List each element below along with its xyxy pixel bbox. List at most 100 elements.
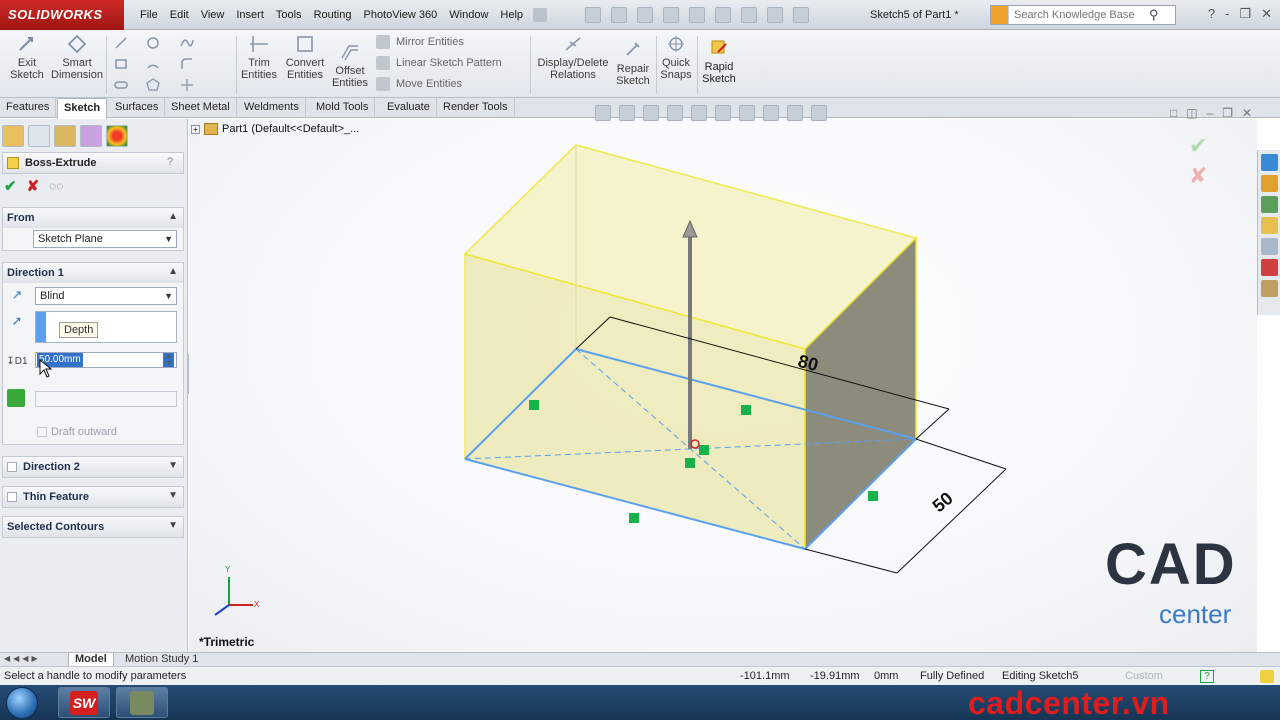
menu-help[interactable]: Help — [494, 0, 529, 30]
from-group-header[interactable]: From ▲ — [3, 208, 183, 228]
spline-tool-icon[interactable] — [180, 36, 194, 50]
property-manager-tab-icon[interactable] — [28, 125, 50, 147]
rapid-sketch-button[interactable]: Rapid Sketch — [700, 38, 738, 85]
forum-icon[interactable] — [1260, 280, 1278, 297]
end-condition-select[interactable]: Blind ▼ — [35, 287, 177, 305]
unit-system[interactable]: Custom — [1125, 670, 1163, 682]
open-document-icon[interactable] — [611, 7, 627, 23]
view-settings-icon[interactable] — [811, 105, 827, 121]
direction2-checkbox[interactable] — [7, 462, 17, 472]
tab-render-tools[interactable]: Render Tools — [437, 98, 515, 118]
thin-feature-group-header[interactable]: Thin Feature ▼ — [3, 487, 183, 507]
help-icon[interactable]: ? — [1208, 6, 1215, 22]
dimxpert-manager-tab-icon[interactable] — [80, 125, 102, 147]
collapse-icon[interactable]: ▲ — [168, 211, 178, 222]
menu-edit[interactable]: Edit — [164, 0, 195, 30]
confirm-ok-icon[interactable]: ✔ — [1189, 133, 1219, 159]
tab-model[interactable]: Model — [68, 653, 114, 667]
undo-icon[interactable] — [689, 7, 705, 23]
tab-features[interactable]: Features — [0, 98, 57, 118]
solidworks-logo[interactable]: SOLIDWORKS — [0, 0, 124, 30]
tab-mold-tools[interactable]: Mold Tools — [310, 98, 376, 118]
file-properties-icon[interactable] — [767, 7, 783, 23]
rectangle-tool-icon[interactable] — [114, 57, 128, 71]
apply-scene-icon[interactable] — [787, 105, 803, 121]
quick-snaps-button[interactable]: Quick Snaps — [658, 34, 694, 81]
minimize-button[interactable]: - — [1225, 6, 1229, 22]
edit-appearance-icon[interactable] — [763, 105, 779, 121]
solidworks-resources-icon[interactable] — [1260, 154, 1278, 171]
viewport-minimize-icon[interactable]: – — [1207, 106, 1214, 120]
display-style-icon[interactable] — [715, 105, 731, 121]
restore-button[interactable]: ❐ — [1239, 6, 1251, 22]
slot-tool-icon[interactable] — [114, 78, 128, 92]
linear-sketch-pattern-button[interactable]: Linear Sketch Pattern — [376, 56, 502, 70]
display-delete-relations-button[interactable]: Display/Delete Relations — [536, 34, 610, 81]
status-help-icon[interactable]: ? — [1200, 670, 1214, 683]
offset-entities-button[interactable]: Offset Entities — [330, 42, 370, 89]
confirm-cancel-icon[interactable]: ✘ — [1189, 163, 1219, 189]
detailed-preview-icon[interactable]: ◌◌ — [49, 179, 63, 193]
view-palette-icon[interactable] — [1260, 217, 1278, 234]
direction1-group-header[interactable]: Direction 1 ▲ — [3, 263, 183, 283]
move-entities-button[interactable]: Move Entities — [376, 77, 462, 91]
convert-entities-button[interactable]: Convert Entities — [284, 34, 326, 81]
new-document-icon[interactable] — [585, 7, 601, 23]
configuration-manager-tab-icon[interactable] — [54, 125, 76, 147]
cancel-button[interactable]: ✘ — [27, 177, 40, 195]
menu-routing[interactable]: Routing — [308, 0, 358, 30]
expand-icon[interactable]: ▼ — [168, 460, 178, 471]
collapse-icon[interactable]: ▲ — [168, 266, 178, 277]
viewport-split-icon[interactable]: □ — [1170, 106, 1177, 120]
viewport-restore-icon[interactable]: ❐ — [1222, 106, 1233, 120]
tab-sheet-metal[interactable]: Sheet Metal — [165, 98, 237, 118]
hide-show-items-icon[interactable] — [739, 105, 755, 121]
direction-selection-box[interactable]: Depth — [35, 311, 177, 343]
custom-properties-icon[interactable] — [1260, 259, 1278, 276]
depth-input[interactable]: 50.00mm ▲ ▼ — [35, 352, 177, 368]
depth-spinner[interactable]: ▲ ▼ — [163, 353, 174, 367]
menu-view[interactable]: View — [195, 0, 231, 30]
feature-manager-tab-icon[interactable] — [2, 125, 24, 147]
viewport-close-icon[interactable]: ✕ — [1242, 106, 1252, 120]
pin-menu-icon[interactable] — [533, 8, 548, 22]
tab-scroll-arrows[interactable]: ◀◀◀▶ — [4, 654, 41, 663]
save-icon[interactable] — [637, 7, 653, 23]
line-tool-icon[interactable] — [114, 36, 128, 50]
previous-view-icon[interactable] — [643, 105, 659, 121]
direction2-group-header[interactable]: Direction 2 ▼ — [3, 457, 183, 477]
search-input[interactable] — [1009, 9, 1149, 21]
section-view-icon[interactable] — [667, 105, 683, 121]
menu-file[interactable]: File — [134, 0, 164, 30]
options-icon[interactable] — [793, 7, 809, 23]
start-button[interactable] — [6, 687, 38, 719]
display-manager-tab-icon[interactable] — [106, 125, 128, 147]
start-condition-select[interactable]: Sketch Plane ▼ — [33, 230, 177, 248]
selected-contours-group-header[interactable]: Selected Contours ▼ — [3, 517, 183, 537]
expand-icon[interactable]: ▼ — [168, 520, 178, 531]
circle-tool-icon[interactable] — [146, 36, 160, 50]
sketch-fillet-icon[interactable] — [180, 57, 194, 71]
smart-dimension-button[interactable]: Smart Dimension — [50, 34, 104, 81]
tab-motion-study-1[interactable]: Motion Study 1 — [119, 653, 204, 667]
rebuild-status-icon[interactable] — [1260, 670, 1274, 683]
knowledge-base-icon[interactable] — [991, 6, 1009, 24]
tab-sketch[interactable]: Sketch — [57, 98, 108, 119]
menu-tools[interactable]: Tools — [270, 0, 308, 30]
exit-sketch-button[interactable]: Exit Sketch — [8, 34, 46, 81]
graphics-area[interactable]: + Part1 (Default<<Default>_... 80 50 ✔ ✘… — [189, 119, 1257, 652]
close-button[interactable]: ✕ — [1261, 6, 1272, 22]
expand-icon[interactable]: ▼ — [168, 490, 178, 501]
rebuild-icon[interactable] — [741, 7, 757, 23]
tab-surfaces[interactable]: Surfaces — [109, 98, 166, 118]
taskbar-recorder-app[interactable] — [116, 687, 168, 718]
zoom-to-area-icon[interactable] — [619, 105, 635, 121]
point-tool-icon[interactable] — [180, 78, 194, 92]
repair-sketch-button[interactable]: Repair Sketch — [614, 40, 652, 87]
thin-feature-checkbox[interactable] — [7, 492, 17, 502]
help-icon[interactable]: ? — [167, 156, 179, 170]
file-explorer-icon[interactable] — [1260, 196, 1278, 213]
mirror-entities-button[interactable]: Mirror Entities — [376, 35, 464, 49]
appearances-scenes-icon[interactable] — [1260, 238, 1278, 255]
trim-entities-button[interactable]: Trim Entities — [240, 34, 278, 81]
